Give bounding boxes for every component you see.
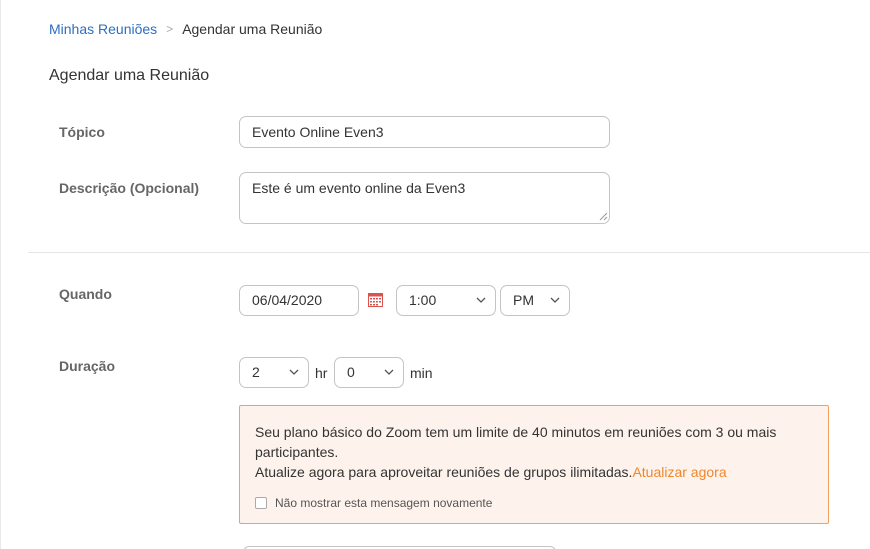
ampm-select[interactable]: PM	[500, 285, 570, 316]
calendar-icon[interactable]	[368, 292, 383, 307]
breadcrumb-current: Agendar uma Reunião	[182, 21, 323, 37]
alert-upgrade-line: Atualize agora para aproveitar reuniões …	[255, 462, 813, 482]
duration-label: Duração	[59, 358, 116, 374]
description-label: Descrição (Opcional)	[59, 180, 200, 196]
hours-select-value: 2	[252, 364, 260, 380]
date-input[interactable]: 06/04/2020	[239, 285, 359, 316]
description-textarea[interactable]: Este é um evento online da Even3	[239, 172, 610, 224]
page-title: Agendar uma Reunião	[49, 67, 210, 84]
chevron-down-icon	[289, 369, 299, 375]
alert-limit-message: Seu plano básico do Zoom tem um limite d…	[255, 424, 777, 460]
breadcrumb: Minhas Reuniões > Agendar uma Reunião	[49, 21, 322, 37]
upgrade-now-link[interactable]: Atualizar agora	[632, 464, 726, 480]
minutes-select-value: 0	[347, 364, 355, 380]
upgrade-alert: Seu plano básico do Zoom tem um limite d…	[239, 405, 829, 524]
left-border	[0, 0, 1, 549]
chevron-down-icon	[384, 369, 394, 375]
duration-minutes-select[interactable]: 0	[334, 357, 404, 388]
dont-show-again-row[interactable]: Não mostrar esta mensagem novamente	[255, 493, 813, 513]
breadcrumb-my-meetings-link[interactable]: Minhas Reuniões	[49, 21, 157, 37]
when-label: Quando	[59, 286, 112, 302]
chevron-down-icon	[476, 297, 486, 303]
time-select-value: 1:00	[409, 292, 437, 308]
dont-show-again-checkbox[interactable]	[255, 497, 267, 509]
chevron-down-icon	[550, 297, 560, 303]
hours-unit-label: hr	[315, 365, 328, 381]
duration-hours-select[interactable]: 2	[239, 357, 309, 388]
time-select[interactable]: 1:00	[396, 285, 496, 316]
ampm-select-value: PM	[513, 292, 534, 308]
minutes-unit-label: min	[410, 365, 433, 381]
topic-label: Tópico	[59, 124, 105, 140]
breadcrumb-separator: >	[166, 22, 174, 36]
topic-input[interactable]	[239, 116, 610, 148]
section-divider	[28, 252, 870, 253]
alert-upgrade-message: Atualize agora para aproveitar reuniões …	[255, 464, 633, 480]
dont-show-again-label[interactable]: Não mostrar esta mensagem novamente	[275, 493, 492, 513]
